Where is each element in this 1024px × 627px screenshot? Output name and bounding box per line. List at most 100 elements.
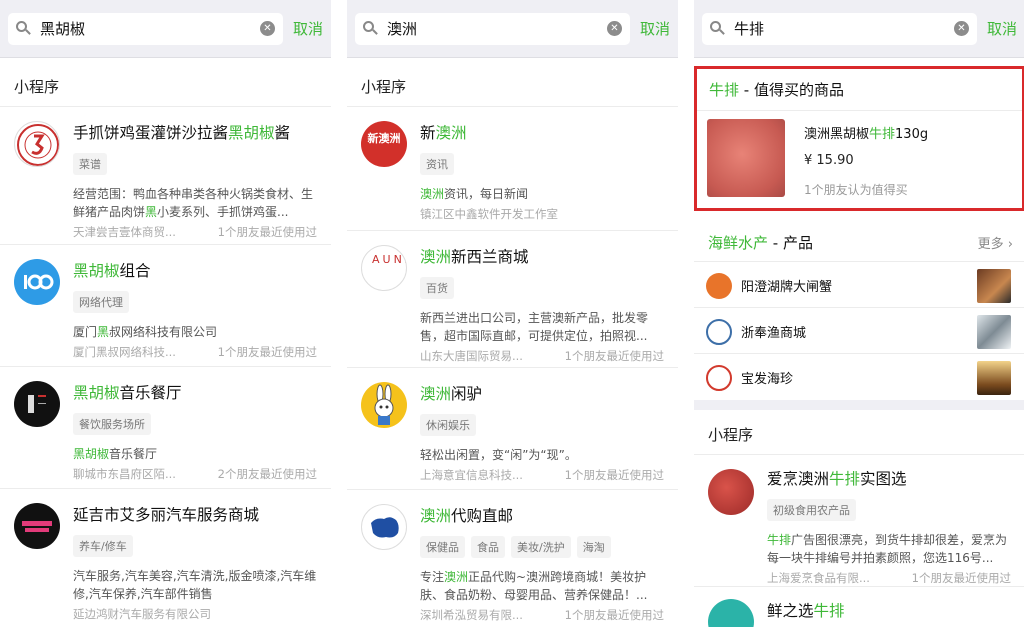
app-description: 专注澳洲正品代购~澳洲跨境商城！美妆护肤、食品奶粉、母婴用品、营养保健品！... — [420, 570, 648, 602]
search-bar: 黑胡椒 ✕ 取消 — [0, 0, 331, 58]
category-tag: 休闲娱乐 — [420, 414, 476, 436]
shop-thumbnail — [977, 315, 1011, 349]
cancel-button[interactable]: 取消 — [640, 18, 670, 39]
list-item[interactable]: 澳洲代购直邮 保健品 食品 美妆/洗护 海淘 专注澳洲正品代购~澳洲跨境商城！美… — [347, 490, 678, 627]
friends-used-text: 1个朋友最近使用过 — [911, 571, 1011, 585]
seafood-shop-logo-icon — [706, 365, 732, 391]
shop-thumbnail — [977, 269, 1011, 303]
app-name: 澳洲新西兰商城 — [420, 248, 529, 266]
cancel-button[interactable]: 取消 — [293, 18, 323, 39]
owner-text: 上海爱烹食品有限... — [767, 571, 870, 585]
friends-recommend-text: 1个朋友认为值得买 — [804, 183, 908, 197]
shop-item[interactable]: 宝发海珍 — [694, 354, 1024, 400]
search-icon — [710, 20, 726, 37]
search-input[interactable]: 牛排 ✕ — [702, 12, 977, 45]
category-tag: 资讯 — [420, 153, 454, 175]
app-description: 牛排广告图很漂亮，到货牛排却很差，爱烹为每一块牛排编号并拍素颜照，您选116号.… — [767, 533, 1008, 565]
app-avatar-icon — [361, 504, 407, 550]
fishery-shop-logo-icon — [706, 319, 732, 345]
app-name: 黑胡椒音乐餐厅 — [73, 384, 182, 402]
app-name: 新澳洲 — [420, 124, 467, 142]
friends-used-text: 1个朋友最近使用过 — [564, 349, 664, 363]
category-tag: 菜谱 — [73, 153, 107, 175]
list-item[interactable]: 鲜之选牛排 — [694, 587, 1024, 627]
shop-item[interactable]: 浙奉渔商城 — [694, 308, 1024, 354]
app-avatar-icon: AUNZ — [361, 245, 407, 291]
app-description: 新西兰进出口公司，主营澳新产品，批发零售，超市国际直邮，可提供定位，拍照视... — [420, 311, 649, 343]
owner-text: 山东大唐国际贸易... — [420, 349, 523, 363]
search-query[interactable]: 澳洲 — [387, 18, 607, 39]
list-item[interactable]: 黑胡椒音乐餐厅 餐饮服务场所 黑胡椒音乐餐厅 聊城市东昌府区陌... 2个朋友最近… — [0, 367, 331, 489]
app-description: 轻松出闲置，变“闲”为“现”。 — [420, 448, 577, 462]
category-tag: 食品 — [471, 536, 505, 558]
more-link[interactable]: 更多 › — [978, 233, 1013, 252]
category-tag: 百货 — [420, 277, 454, 299]
list-item[interactable]: 新澳洲 新澳洲 资讯 澳洲资讯，每日新闻 镇江区中鑫软件开发工作室 — [347, 107, 678, 231]
section-title: 小程序 — [347, 58, 678, 107]
app-description: 厦门黑叔网络科技有限公司 — [73, 325, 218, 339]
search-icon — [16, 20, 32, 37]
recommended-goods-card[interactable]: 牛排 - 值得买的商品 澳洲黑胡椒牛排130g ¥ 15.90 1个朋友认为值得… — [694, 66, 1024, 211]
shop-thumbnail — [977, 361, 1011, 395]
category-tag: 初级食用农产品 — [767, 499, 856, 521]
owner-text: 天津尝吉壹体商贸... — [73, 225, 176, 239]
list-item[interactable]: 手抓饼鸡蛋灌饼沙拉酱黑胡椒酱 菜谱 经营范围：鸭血各种串类各种火锅类食材、生鲜猪… — [0, 107, 331, 245]
category-tag: 网络代理 — [73, 291, 129, 313]
search-input[interactable]: 黑胡椒 ✕ — [8, 12, 283, 45]
app-avatar-icon — [14, 503, 60, 549]
search-bar: 牛排 ✕ 取消 — [694, 0, 1024, 58]
app-name: 延吉市艾多丽汽车服务商城 — [73, 506, 260, 524]
section-title: 小程序 — [694, 410, 1024, 455]
category-tag: 养车/修车 — [73, 535, 133, 557]
app-avatar-icon — [14, 381, 60, 427]
clear-icon[interactable]: ✕ — [953, 21, 969, 36]
friends-used-text: 1个朋友最近使用过 — [217, 345, 317, 359]
chevron-right-icon: › — [1007, 237, 1013, 252]
shop-name: 浙奉渔商城 — [741, 326, 807, 341]
app-name: 澳洲闲驴 — [420, 385, 483, 403]
owner-text: 上海意宜信息科技... — [420, 468, 523, 482]
category-tag: 保健品 — [420, 536, 465, 558]
list-item[interactable]: 延吉市艾多丽汽车服务商城 养车/修车 汽车服务,汽车美容,汽车清洗,版金喷漆,汽… — [0, 489, 331, 627]
owner-text: 镇江区中鑫软件开发工作室 — [420, 207, 558, 221]
app-avatar-icon — [708, 469, 754, 515]
app-name: 鲜之选牛排 — [767, 602, 845, 620]
list-item[interactable]: 黑胡椒组合 网络代理 厦门黑叔网络科技有限公司 厦门黑叔网络科技... 1个朋友最… — [0, 245, 331, 367]
shop-name: 宝发海珍 — [741, 372, 794, 387]
list-item[interactable]: AUNZ 澳洲新西兰商城 百货 新西兰进出口公司，主营澳新产品，批发零售，超市国… — [347, 231, 678, 368]
app-name: 澳洲代购直邮 — [420, 507, 514, 525]
list-item[interactable]: 澳洲闲驴 休闲娱乐 轻松出闲置，变“闲”为“现”。 上海意宜信息科技... 1个朋… — [347, 368, 678, 490]
steak-product-image[interactable] — [707, 119, 785, 197]
panel-pepper: 黑胡椒 ✕ 取消 小程序 手抓饼鸡蛋灌饼沙拉酱黑胡椒酱 菜谱 经营范围：鸭血各种… — [0, 0, 331, 627]
goods-section-title: 牛排 - 值得买的商品 — [697, 69, 1022, 111]
app-description: 汽车服务,汽车美容,汽车清洗,版金喷漆,汽车维修,汽车保养,汽车部件销售 — [73, 569, 317, 601]
app-avatar-icon: 新澳洲 — [361, 121, 407, 167]
clear-icon[interactable]: ✕ — [259, 21, 275, 36]
panel-australia: 澳洲 ✕ 取消 小程序 新澳洲 新澳洲 资讯 澳洲资讯，每日新闻 镇江区中鑫软件… — [347, 0, 678, 627]
friends-used-text: 1个朋友最近使用过 — [564, 608, 664, 622]
product-name[interactable]: 澳洲黑胡椒牛排130g — [804, 123, 928, 142]
seafood-section-title: 海鲜水产 - 产品 — [708, 234, 813, 252]
app-description: 经营范围：鸭血各种串类各种火锅类食材、生鲜猪产品肉饼黑小麦系列、手抓饼鸡蛋... — [73, 187, 314, 219]
search-input[interactable]: 澳洲 ✕ — [355, 12, 630, 45]
clear-icon[interactable]: ✕ — [606, 21, 622, 36]
list-item[interactable]: 爱烹澳洲牛排实图选 初级食用农产品 牛排广告图很漂亮，到货牛排却很差，爱烹为每一… — [694, 455, 1024, 587]
shop-name: 阳澄湖牌大闸蟹 — [741, 280, 833, 295]
search-query[interactable]: 牛排 — [734, 18, 954, 39]
friends-used-text: 1个朋友最近使用过 — [564, 468, 664, 482]
app-name: 手抓饼鸡蛋灌饼沙拉酱黑胡椒酱 — [73, 124, 291, 142]
owner-text: 聊城市东昌府区陌... — [73, 467, 176, 481]
category-tag: 海淘 — [576, 536, 611, 558]
category-tag: 餐饮服务场所 — [73, 413, 151, 435]
search-query[interactable]: 黑胡椒 — [40, 18, 260, 39]
app-avatar-icon — [361, 382, 407, 428]
app-avatar-icon — [14, 121, 60, 167]
friends-used-text: 1个朋友最近使用过 — [217, 225, 317, 239]
owner-text: 深圳希泓贸易有限... — [420, 608, 523, 622]
shop-item[interactable]: 阳澄湖牌大闸蟹 — [694, 262, 1024, 308]
app-name: 爱烹澳洲牛排实图选 — [767, 470, 907, 488]
section-title: 小程序 — [0, 58, 331, 107]
cancel-button[interactable]: 取消 — [987, 18, 1017, 39]
search-bar: 澳洲 ✕ 取消 — [347, 0, 678, 58]
friends-used-text: 2个朋友最近使用过 — [217, 467, 317, 481]
